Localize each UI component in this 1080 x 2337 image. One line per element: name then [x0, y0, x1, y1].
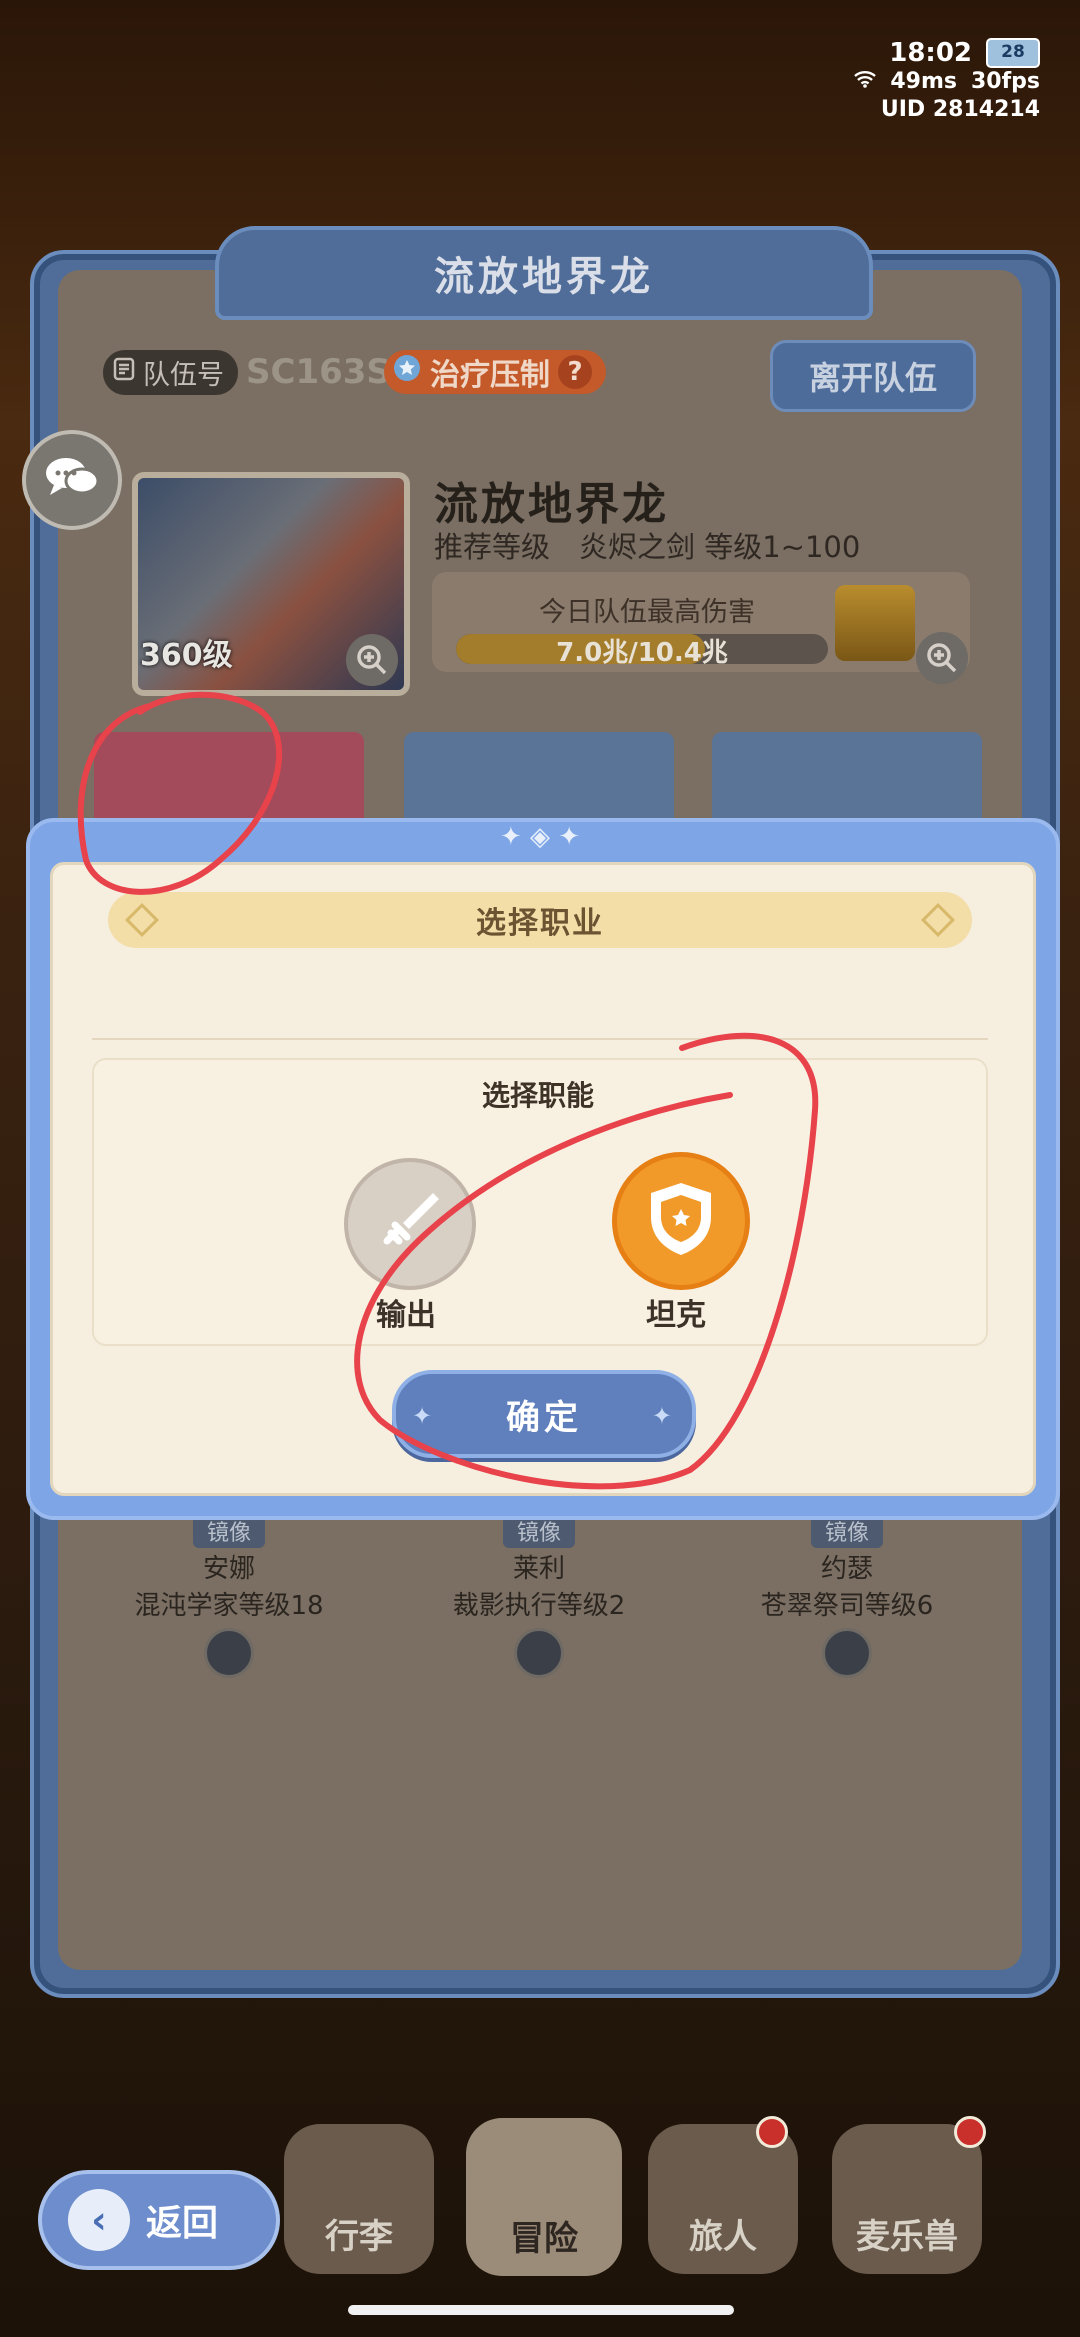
tank-label: 坦克: [646, 1298, 706, 1333]
shield-icon: [643, 1179, 719, 1263]
status-overlay: 18:02 28 49ms 30fps UID 2814214: [854, 38, 1040, 124]
team-id-label: 队伍号: [143, 359, 224, 391]
boss-name: 流放地界龙: [434, 479, 669, 530]
zoom-icon[interactable]: [346, 634, 398, 686]
member-name: 安娜: [202, 1554, 255, 1584]
skill-icon: [514, 1628, 564, 1678]
leave-team-button[interactable]: 离开队伍: [770, 340, 976, 412]
skill-icon: [204, 1628, 254, 1678]
chat-button[interactable]: [22, 430, 122, 530]
ornament-icon: ✦ ◈ ✦: [499, 822, 581, 852]
notification-dot: [954, 2116, 986, 2148]
uid-text: UID 2814214: [880, 97, 1040, 122]
fps-text: 30fps: [970, 69, 1040, 94]
heal-suppression-badge[interactable]: 治疗压制 ?: [384, 350, 606, 394]
damage-label: 今日队伍最高伤害: [539, 597, 755, 628]
nav-adventure[interactable]: 冒险: [466, 2118, 622, 2276]
heal-icon: [392, 353, 422, 391]
member-name: 约瑟: [820, 1554, 873, 1584]
confirm-button[interactable]: ✦ 确定 ✦: [392, 1370, 696, 1458]
member-class-level: 裁影执行等级2: [452, 1591, 626, 1621]
panel-title: 流放地界龙: [215, 226, 873, 320]
help-icon[interactable]: ?: [558, 355, 592, 389]
damage-value: 7.0兆/10.4兆: [556, 638, 728, 668]
member-class-level: 混沌学家等级18: [134, 1591, 324, 1621]
back-arrow-icon: ‹: [68, 2189, 130, 2251]
battery-icon: 28: [986, 38, 1040, 68]
confirm-label: 确定: [506, 1397, 582, 1438]
chat-icon: [44, 455, 100, 505]
clock: 18:02: [889, 38, 972, 68]
dps-option[interactable]: [344, 1158, 476, 1290]
dps-label: 输出: [376, 1298, 436, 1333]
heal-label: 治疗压制: [430, 358, 550, 393]
nav-mailesh[interactable]: 麦乐兽: [832, 2124, 982, 2274]
team-code: SC163S: [246, 352, 391, 392]
team-id-tag: 队伍号: [103, 349, 238, 395]
ping-text: 49ms: [890, 69, 957, 94]
back-label: 返回: [146, 2203, 219, 2244]
treasure-chest-icon[interactable]: [835, 585, 915, 661]
skill-icon: [822, 1628, 872, 1678]
dialog-title: 选择职业: [108, 892, 972, 948]
boss-level-badge: 360级: [140, 638, 233, 673]
notification-dot: [756, 2116, 788, 2148]
sparkle-icon: ✦: [651, 1402, 676, 1430]
team-id: 队伍号 SC163S: [103, 349, 391, 395]
diamond-icon: [125, 903, 159, 937]
role-subtitle: 选择职能: [481, 1079, 594, 1112]
nav-luggage[interactable]: 行李: [284, 2124, 434, 2274]
member-info: 镜像 约瑟 苍翠祭司等级6: [712, 1514, 982, 1678]
member-name: 莱利: [512, 1554, 565, 1584]
zoom-icon[interactable]: [916, 632, 968, 684]
boss-recommend: 推荐等级 炎烬之剑 等级1~100: [434, 530, 861, 564]
dialog-title-text: 选择职业: [476, 906, 604, 941]
document-icon: [113, 357, 135, 388]
tank-option-selected[interactable]: [612, 1152, 750, 1290]
diamond-icon: [921, 903, 955, 937]
divider: [92, 1038, 988, 1040]
sparkle-icon: ✦: [412, 1402, 437, 1430]
sword-icon: [373, 1185, 447, 1263]
home-indicator[interactable]: [348, 2305, 734, 2315]
member-info: 镜像 莱利 裁影执行等级2: [404, 1514, 674, 1678]
member-info: 镜像 安娜 混沌学家等级18: [94, 1514, 364, 1678]
member-class-level: 苍翠祭司等级6: [760, 1591, 934, 1621]
wifi-icon: [854, 68, 877, 96]
back-button[interactable]: ‹ 返回: [38, 2170, 280, 2270]
